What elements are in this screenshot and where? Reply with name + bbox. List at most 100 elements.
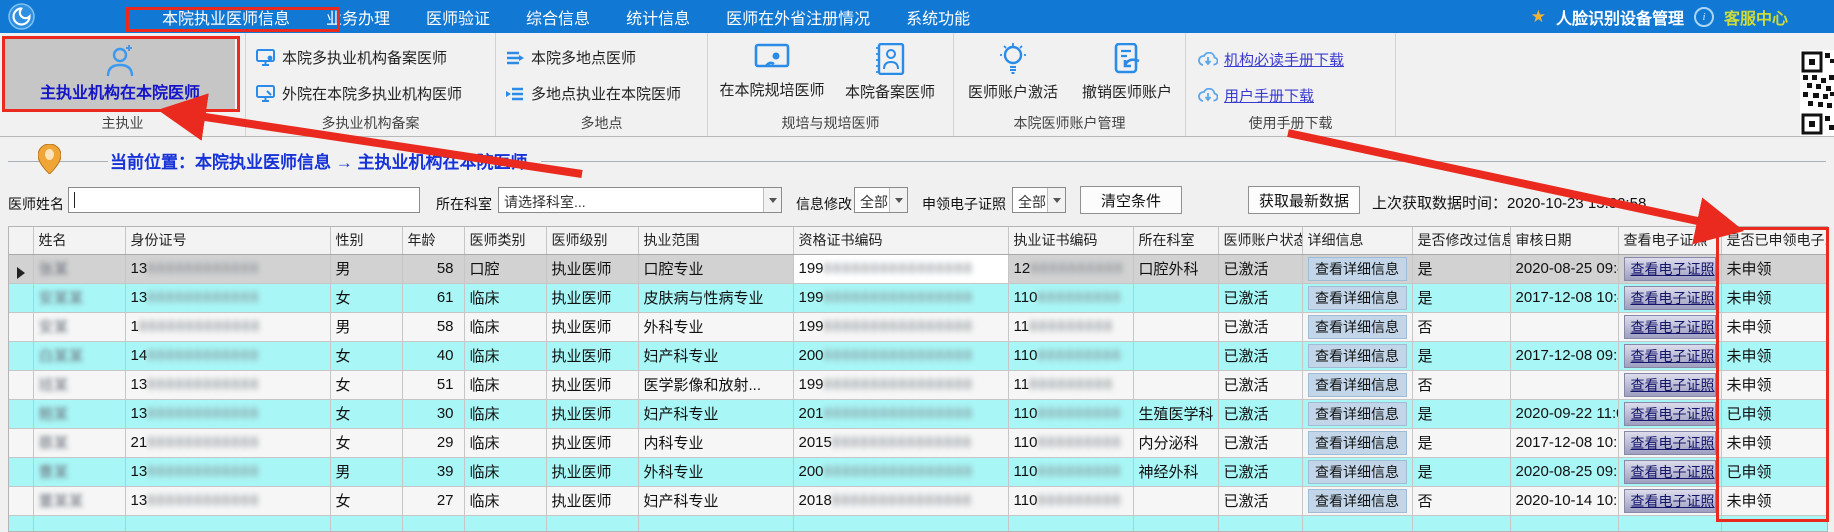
view-cert-button[interactable]: 查看电子证照 <box>1624 286 1716 310</box>
view-cert-button[interactable]: 查看电子证照 <box>1624 373 1716 397</box>
table-row[interactable]: 安某某13888888888888女61临床执业医师皮肤病与性病专业199888… <box>9 283 1827 312</box>
column-header[interactable]: 性别 <box>330 227 402 254</box>
chevron-down-icon[interactable] <box>1047 188 1065 212</box>
column-header[interactable]: 姓名 <box>33 227 125 254</box>
detail-cell: 查看详细信息 <box>1302 370 1412 399</box>
view-cert-button[interactable]: 查看电子证照 <box>1624 402 1716 426</box>
view-detail-button[interactable]: 查看详细信息 <box>1308 431 1407 455</box>
account-revoke-label: 撤销医师账户 <box>1082 81 1172 102</box>
view-detail-button[interactable]: 查看详细信息 <box>1308 460 1407 484</box>
column-header[interactable]: 资格证书编码 <box>793 227 1008 254</box>
view-cert-button[interactable]: 查看电子证照 <box>1624 431 1716 455</box>
column-header[interactable]: 身份证号 <box>125 227 330 254</box>
table-row[interactable]: 白某某14888888888888女40临床执业医师妇产科专业200888888… <box>9 341 1827 370</box>
visible-text: 14 <box>131 347 148 364</box>
chevron-down-icon[interactable] <box>889 188 907 212</box>
column-header[interactable]: 年龄 <box>402 227 464 254</box>
refresh-data-button[interactable]: 获取最新数据 <box>1248 186 1360 214</box>
license-code-cell: 110888888888 <box>1008 283 1133 312</box>
user-manual-download-link[interactable]: 用户手册下载 <box>1198 85 1314 106</box>
view-detail-button[interactable]: 查看详细信息 <box>1308 257 1407 281</box>
customer-service-link[interactable]: 客服中心 <box>1724 5 1788 29</box>
visible-text: 13 <box>131 260 148 277</box>
column-header[interactable]: 医师类别 <box>464 227 546 254</box>
multi-site-in-hospital-item[interactable]: 多地点执业在本院医师 <box>506 83 681 104</box>
view-cert-button[interactable]: 查看电子证照 <box>1624 344 1716 368</box>
tab-system-functions[interactable]: 系统功能 <box>906 5 970 29</box>
qualification-code-cell: 1998888888888888888 <box>793 370 1008 399</box>
table-row[interactable]: 张某13888888888888男58口腔执业医师口腔专业19988888888… <box>9 254 1827 283</box>
tab-current-hospital-doctors[interactable]: 本院执业医师信息 <box>162 5 290 29</box>
column-header[interactable]: 查看电子证照 <box>1618 227 1721 254</box>
qualification-code-cell: 2015888888888888888 <box>793 428 1008 457</box>
detail-cell: 查看详细信息 <box>1302 254 1412 283</box>
table-row[interactable]: 董某某13888888888888女27临床执业医师妇产科专业201888888… <box>9 486 1827 515</box>
license-code-cell: 11888888888 <box>1008 312 1133 341</box>
table-row[interactable]: 班某13888888888888女51临床执业医师医学影像和放射...19988… <box>9 370 1827 399</box>
tab-statistics[interactable]: 统计信息 <box>626 5 690 29</box>
breadcrumb: 当前位置：本院执业医师信息 → 主执业机构在本院医师 <box>108 148 541 173</box>
multi-org-record-doctors-item[interactable]: 本院多执业机构备案医师 <box>256 47 447 68</box>
table-row[interactable] <box>9 515 1827 532</box>
face-recognition-device-link[interactable]: 人脸识别设备管理 <box>1556 5 1684 29</box>
visible-text: 200 <box>799 463 824 480</box>
account-status-cell <box>1218 515 1302 532</box>
training-doctors-item[interactable]: 在本院规培医师 <box>714 43 830 100</box>
applied-status-cell: 未申领 <box>1721 341 1827 370</box>
org-manual-download-link[interactable]: 机构必读手册下载 <box>1198 49 1344 70</box>
tab-doctor-verify[interactable]: 医师验证 <box>426 5 490 29</box>
record-doctors-item[interactable]: 本院备案医师 <box>834 43 946 102</box>
audit-date-cell: 2017-12-08 10:1... <box>1510 428 1618 457</box>
view-detail-button[interactable]: 查看详细信息 <box>1308 344 1407 368</box>
view-cert-button[interactable]: 查看电子证照 <box>1624 315 1716 339</box>
column-header[interactable]: 详细信息 <box>1302 227 1412 254</box>
table-row[interactable]: 鲍某13888888888888女30临床执业医师妇产科专业2018888888… <box>9 399 1827 428</box>
visible-text: 13 <box>131 492 148 509</box>
table-row[interactable]: 安某18888888888888男58临床执业医师外科专业19988888888… <box>9 312 1827 341</box>
column-header[interactable]: 是否修改过信息 <box>1412 227 1510 254</box>
ribbon-group-label: 多地点 <box>496 113 707 133</box>
table-row[interactable]: 曹某13888888888888男39临床执业医师外科专业20088888888… <box>9 457 1827 486</box>
column-header[interactable]: 医师账户状态 <box>1218 227 1302 254</box>
external-multi-org-doctors-item[interactable]: 外院在本院多执业机构医师 <box>256 83 462 104</box>
account-revoke-item[interactable]: 撤销医师账户 <box>1072 43 1182 102</box>
user-manual-download-label: 用户手册下载 <box>1224 85 1314 106</box>
ribbon-group-account: 医师账户激活 撤销医师账户 本院医师账户管理 <box>954 33 1186 136</box>
id-number-cell: 13888888888888 <box>125 254 330 283</box>
monitor-doctor-icon <box>256 85 275 102</box>
view-detail-button[interactable]: 查看详细信息 <box>1308 315 1407 339</box>
tab-business[interactable]: 业务办理 <box>326 5 390 29</box>
view-detail-button[interactable]: 查看详细信息 <box>1308 373 1407 397</box>
department-cell: 内分泌科 <box>1133 428 1218 457</box>
view-detail-button[interactable]: 查看详细信息 <box>1308 402 1407 426</box>
view-detail-button[interactable]: 查看详细信息 <box>1308 489 1407 513</box>
cert-cell: 查看电子证照 <box>1618 341 1721 370</box>
department-select[interactable]: 请选择科室... <box>498 187 782 213</box>
cert-apply-select[interactable]: 全部 <box>1012 187 1066 213</box>
column-header[interactable]: 医师级别 <box>546 227 638 254</box>
column-header[interactable]: 执业证书编码 <box>1008 227 1133 254</box>
column-header[interactable]: 执业范围 <box>638 227 793 254</box>
department-cell <box>1133 341 1218 370</box>
audit-date-cell: 2020-08-25 09:4... <box>1510 254 1618 283</box>
account-activate-item[interactable]: 医师账户激活 <box>958 43 1068 102</box>
tab-out-province-registration[interactable]: 医师在外省注册情况 <box>726 5 870 29</box>
tab-综合-info[interactable]: 综合信息 <box>526 5 590 29</box>
main-practice-doctors-button[interactable]: 主执业机构在本院医师 <box>5 38 235 110</box>
doctor-name-input[interactable] <box>68 187 420 213</box>
view-cert-button[interactable]: 查看电子证照 <box>1624 489 1716 513</box>
column-header[interactable]: 审核日期 <box>1510 227 1618 254</box>
view-cert-button[interactable]: 查看电子证照 <box>1624 460 1716 484</box>
multi-site-doctors-item[interactable]: 本院多地点医师 <box>506 47 636 68</box>
column-header[interactable]: 所在科室 <box>1133 227 1218 254</box>
clear-filters-button[interactable]: 清空条件 <box>1080 186 1182 214</box>
chevron-down-icon[interactable] <box>763 188 781 212</box>
ribbon-group-main-practice: 主执业机构在本院医师 主执业 <box>0 33 246 136</box>
column-header[interactable]: 是否已申领电子... <box>1721 227 1827 254</box>
table-row[interactable]: 蔡某21888888888888女29临床执业医师内科专业20158888888… <box>9 428 1827 457</box>
info-modified-select[interactable]: 全部 <box>854 187 908 213</box>
view-detail-button[interactable]: 查看详细信息 <box>1308 286 1407 310</box>
view-cert-button[interactable]: 查看电子证照 <box>1624 257 1716 281</box>
breadcrumb-bar: 当前位置：本院执业医师信息 → 主执业机构在本院医师 <box>0 137 1834 181</box>
name-cell: 曹某 <box>33 457 125 486</box>
